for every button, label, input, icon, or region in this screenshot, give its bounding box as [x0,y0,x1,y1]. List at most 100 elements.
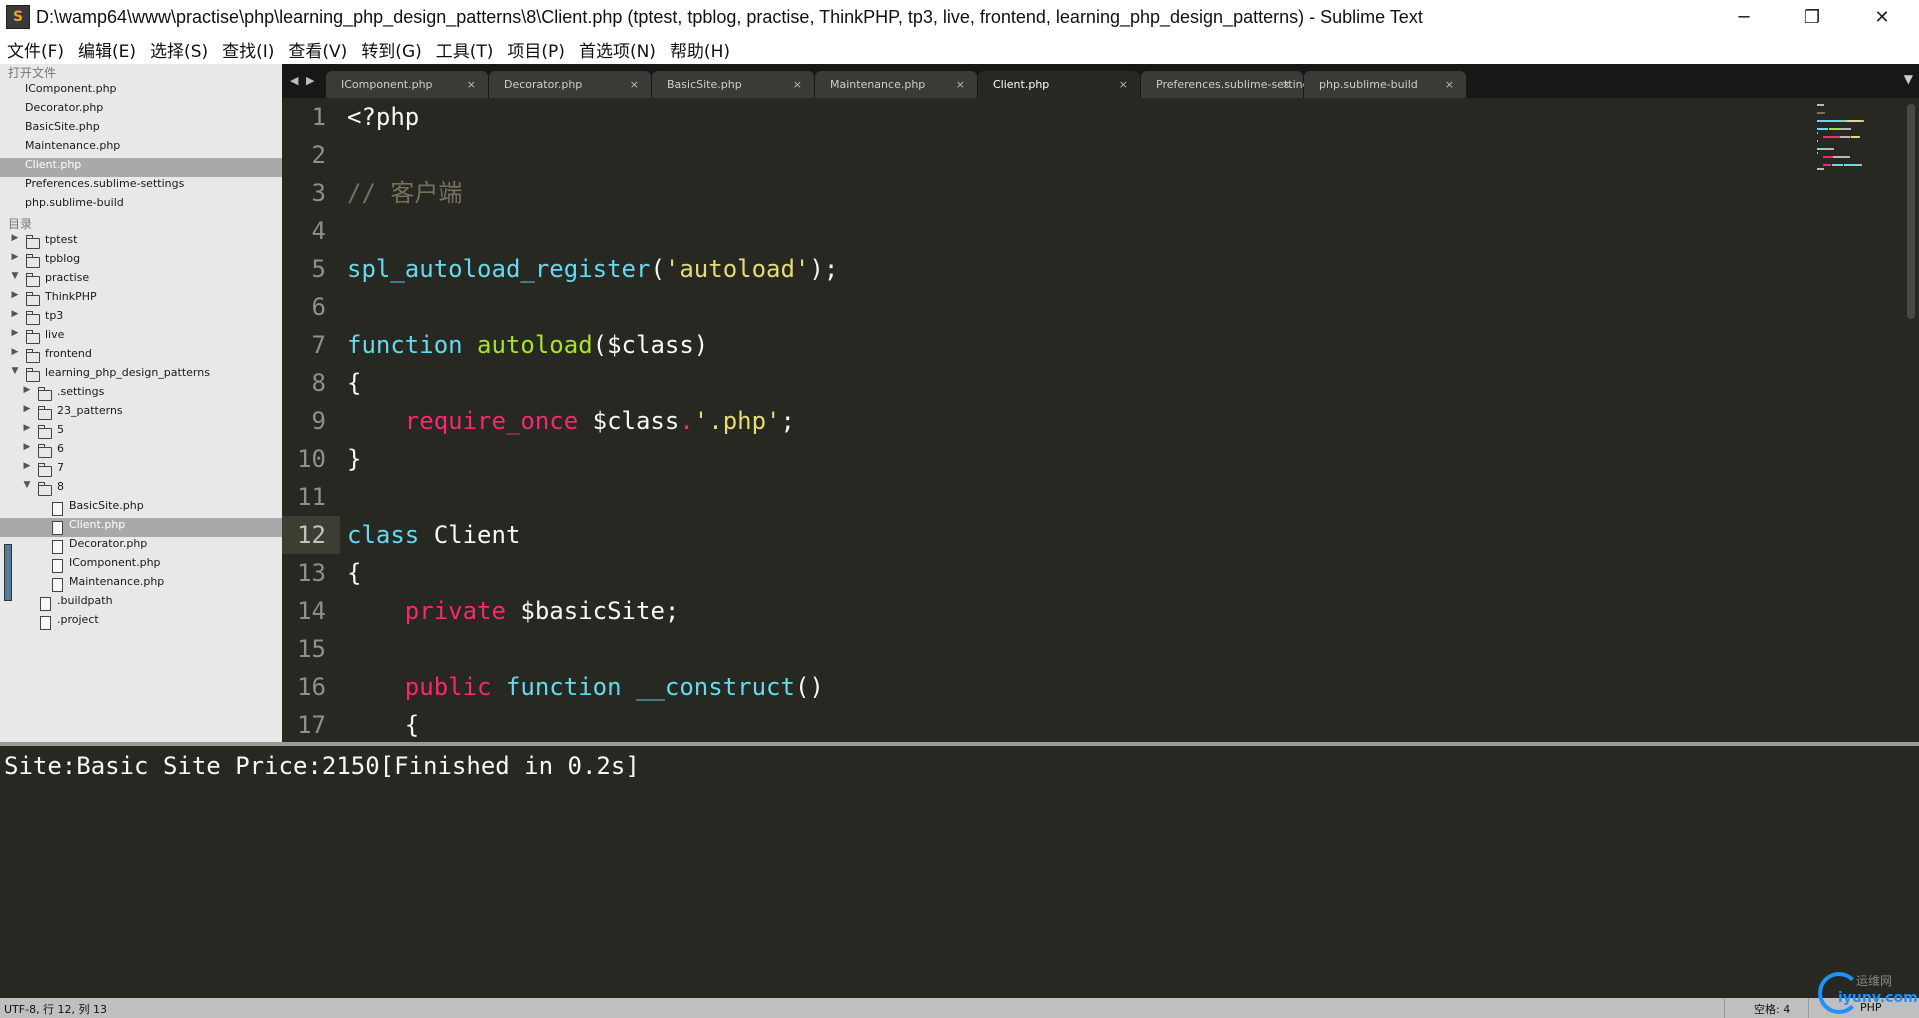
open-file-item[interactable]: Preferences.sublime-settings [0,177,282,196]
open-file-label: BasicSite.php [25,120,100,133]
code-line[interactable]: class Client [347,516,520,554]
tab-close-icon[interactable]: × [467,71,476,98]
tree-file-item[interactable]: Decorator.php [0,537,282,556]
tab-scroll-left-icon[interactable]: ◀ [290,74,298,87]
tree-file-item[interactable]: .buildpath [0,594,282,613]
disclosure-open-icon[interactable]: ▼ [22,480,32,490]
disclosure-closed-icon[interactable]: ▶ [22,423,32,433]
tree-folder-item[interactable]: ▶ live [0,328,282,347]
tree-item-label: tp3 [45,309,64,322]
code-line[interactable]: function autoload($class) [347,326,708,364]
menu-item[interactable]: 查看(V) [281,37,354,62]
tree-folder-item[interactable]: ▶ tptest [0,233,282,252]
disclosure-closed-icon[interactable]: ▶ [22,461,32,471]
tab-icomponent-php[interactable]: IComponent.php × [326,71,488,98]
tree-folder-item[interactable]: ▼ 8 [0,480,282,499]
disclosure-closed-icon[interactable]: ▶ [10,233,20,243]
tree-folder-item[interactable]: ▶ 23_patterns [0,404,282,423]
tree-file-item[interactable]: Maintenance.php [0,575,282,594]
menu-item[interactable]: 项目(P) [500,37,572,62]
tree-file-item[interactable]: .project [0,613,282,632]
tree-file-item[interactable]: BasicSite.php [0,499,282,518]
tab-preferences-sublime-settings[interactable]: Preferences.sublime-settings × [1141,71,1315,98]
minimap-stroke [1817,120,1846,122]
menu-item[interactable]: 查找(I) [215,37,281,62]
menu-item[interactable]: 帮助(H) [663,37,737,62]
tab-list-dropdown-icon[interactable]: ▼ [1904,72,1913,86]
tree-item-label: Client.php [69,518,126,531]
minimap-stroke [1840,136,1850,138]
tab-close-icon[interactable]: × [1445,71,1454,98]
tree-folder-item[interactable]: ▶ 6 [0,442,282,461]
menu-item[interactable]: 文件(F) [0,37,71,62]
tree-folder-item[interactable]: ▼ learning_php_design_patterns [0,366,282,385]
minimap-stroke [1817,168,1824,170]
minimap-stroke [1829,128,1840,130]
tab-decorator-php[interactable]: Decorator.php × [489,71,651,98]
code-line[interactable]: { [347,554,361,592]
disclosure-open-icon[interactable]: ▼ [10,366,20,376]
minimize-button[interactable]: ─ [1714,0,1774,34]
tab-close-icon[interactable]: × [630,71,639,98]
code-line[interactable]: { [347,364,361,402]
close-button[interactable]: ✕ [1852,0,1912,34]
disclosure-closed-icon[interactable]: ▶ [22,385,32,395]
open-file-item[interactable]: BasicSite.php [0,120,282,139]
tree-folder-item[interactable]: ▼ practise [0,271,282,290]
open-file-item[interactable]: IComponent.php [0,82,282,101]
tab-close-icon[interactable]: × [1282,71,1291,98]
tree-folder-item[interactable]: ▶ .settings [0,385,282,404]
folder-icon [26,292,40,306]
code-line[interactable]: <?php [347,98,419,136]
disclosure-closed-icon[interactable]: ▶ [10,290,20,300]
tab-basicsite-php[interactable]: BasicSite.php × [652,71,814,98]
tab-maintenance-php[interactable]: Maintenance.php × [815,71,977,98]
tab-scroll-right-icon[interactable]: ▶ [306,74,314,87]
tab-php-sublime-build[interactable]: php.sublime-build × [1304,71,1466,98]
menu-item[interactable]: 编辑(E) [71,37,143,62]
tab-close-icon[interactable]: × [793,71,802,98]
minimap[interactable] [1809,98,1879,178]
tree-folder-item[interactable]: ▶ ThinkPHP [0,290,282,309]
open-file-item[interactable]: php.sublime-build [0,196,282,215]
tree-file-item[interactable]: IComponent.php [0,556,282,575]
tab-close-icon[interactable]: × [1119,71,1128,98]
menu-item[interactable]: 首选项(N) [572,37,663,62]
tree-file-item[interactable]: Client.php [0,518,282,537]
disclosure-closed-icon[interactable]: ▶ [10,252,20,262]
disclosure-closed-icon[interactable]: ▶ [22,442,32,452]
code-line[interactable]: { [347,706,419,742]
open-file-item[interactable]: Client.php [0,158,282,177]
tree-folder-item[interactable]: ▶ 5 [0,423,282,442]
menu-item[interactable]: 转到(G) [354,37,428,62]
disclosure-closed-icon[interactable]: ▶ [10,347,20,357]
status-indentation[interactable]: 空格: 4 [1754,1001,1790,1017]
code-line[interactable]: require_once $class.'.php'; [347,402,795,440]
tab-close-icon[interactable]: × [956,71,965,98]
tree-folder-item[interactable]: ▶ frontend [0,347,282,366]
disclosure-closed-icon[interactable]: ▶ [22,404,32,414]
code-line[interactable]: private $basicSite; [347,592,680,630]
code-line[interactable]: // 客户端 [347,174,462,212]
open-file-item[interactable]: Decorator.php [0,101,282,120]
disclosure-closed-icon[interactable]: ▶ [10,328,20,338]
editor-scrollbar[interactable] [1907,104,1915,319]
watermark-text-url: iyunv.com [1838,990,1918,1006]
minimap-stroke [1823,164,1831,166]
tree-folder-item[interactable]: ▶ tp3 [0,309,282,328]
disclosure-closed-icon[interactable]: ▶ [10,309,20,319]
tree-folder-item[interactable]: ▶ tpblog [0,252,282,271]
code-line[interactable]: spl_autoload_register('autoload'); [347,250,838,288]
sidebar-scroll-indicator[interactable] [4,544,12,601]
tree-folder-item[interactable]: ▶ 7 [0,461,282,480]
code-token: <?php [347,103,420,131]
disclosure-open-icon[interactable]: ▼ [10,271,20,281]
code-line[interactable]: } [347,440,361,478]
menu-item[interactable]: 选择(S) [143,37,215,62]
code-editor[interactable]: 1 2 3 4 5 6 7 8 9 10 11 12 13 14 15 16 17 <?php// 客户端 spl… [282,98,1919,742]
maximize-button[interactable]: ❐ [1782,0,1842,34]
tab-client-php[interactable]: Client.php × [978,71,1140,98]
menu-item[interactable]: 工具(T) [429,37,501,62]
code-line[interactable]: public function __construct() [347,668,824,706]
open-file-item[interactable]: Maintenance.php [0,139,282,158]
